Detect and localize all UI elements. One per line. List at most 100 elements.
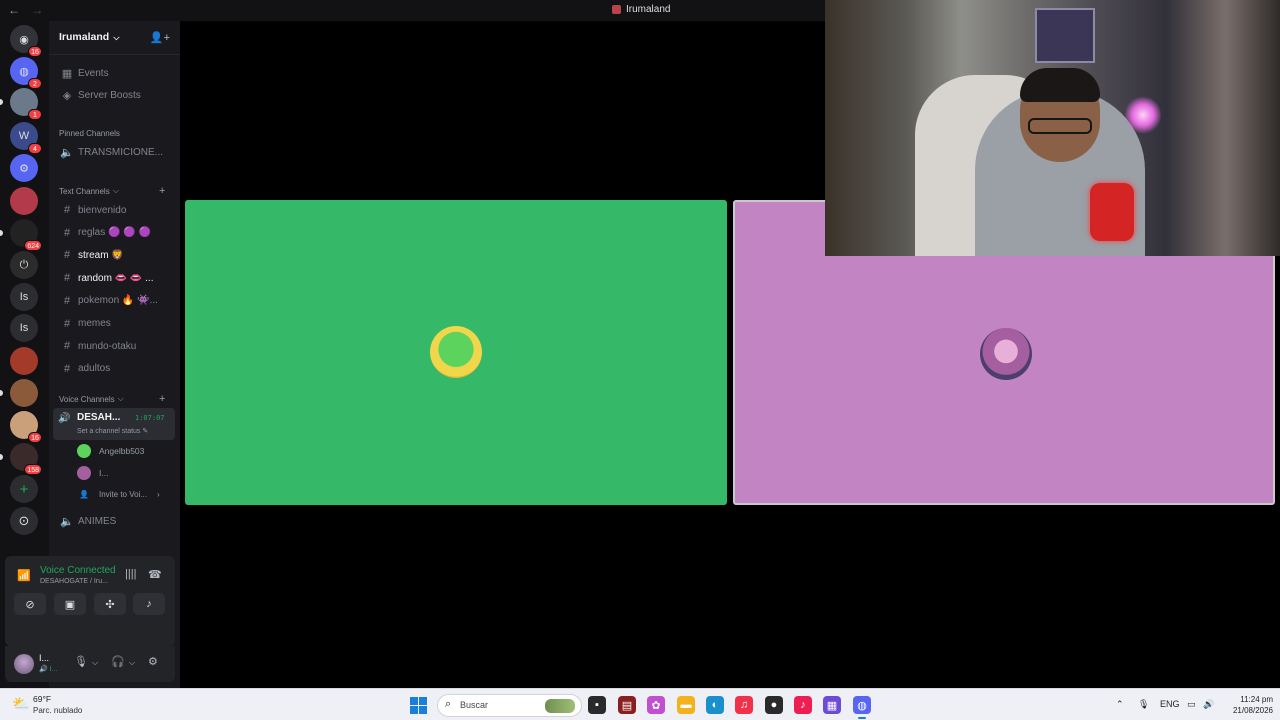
server-icon-10[interactable]: [10, 347, 38, 375]
server-icon-4[interactable]: ⚙: [10, 154, 38, 182]
soundboard-icon[interactable]: ♪: [133, 593, 165, 615]
invite-label: Invite to Voi...: [98, 489, 147, 499]
notification-badge: 624: [24, 240, 42, 251]
chevron-right-icon: ›: [157, 489, 160, 499]
server-icon-2[interactable]: 1: [10, 88, 42, 120]
server-icon-12[interactable]: 16: [10, 411, 42, 443]
set-channel-status[interactable]: Set a channel status ✎: [77, 427, 148, 435]
chevron-down-icon[interactable]: ⌵: [92, 658, 98, 668]
weather-temp[interactable]: 69°F: [33, 694, 51, 704]
noise-suppression-icon[interactable]: ||||: [125, 568, 136, 580]
gear-icon[interactable]: ⚙: [148, 655, 158, 668]
chevron-down-icon: ⌵: [112, 186, 119, 195]
disconnect-icon[interactable]: ☎: [148, 568, 162, 581]
discord-icon[interactable]: ◍: [853, 696, 871, 719]
app-icon[interactable]: ▤: [618, 696, 636, 714]
discover-icon[interactable]: ⊙: [10, 507, 38, 535]
obs-icon[interactable]: ●: [765, 696, 783, 714]
weather-condition[interactable]: Parc. nublado: [33, 706, 82, 715]
voice-user-2[interactable]: I...: [77, 465, 108, 481]
category-text-channels[interactable]: Text Channels ⌵ +: [59, 185, 165, 197]
hashtag-icon: #: [63, 362, 71, 375]
microphone-icon[interactable]: 🎙: [1138, 699, 1149, 710]
server-name[interactable]: Irumaland ⌵: [59, 31, 119, 43]
speaker-icon: 🔈: [60, 515, 74, 528]
apps-grid-icon[interactable]: ▦: [823, 696, 841, 714]
music-icon[interactable]: ♫: [735, 696, 753, 714]
sidebar-item-server-boosts[interactable]: ◈ Server Boosts: [55, 85, 175, 105]
server-icon-5[interactable]: [10, 187, 38, 215]
edge-icon[interactable]: ◐: [706, 696, 724, 714]
speaker-icon: 🔈: [60, 146, 74, 159]
forward-button[interactable]: →: [31, 3, 43, 17]
server-icon-1[interactable]: ◍ 2: [10, 57, 42, 89]
start-button[interactable]: [410, 697, 427, 714]
participant-tile[interactable]: [185, 200, 727, 505]
invite-to-voice[interactable]: 👤 Invite to Voi... ›: [79, 486, 160, 502]
notification-badge: 158: [24, 464, 42, 475]
text-channel-1[interactable]: # reglas 🟣 🟣 🟣: [55, 223, 175, 243]
channel-transmiciones[interactable]: 🔈 TRANSMICIONE...: [55, 142, 175, 162]
search-highlight-image: [545, 699, 575, 713]
back-button[interactable]: ←: [8, 3, 20, 17]
server-header[interactable]: Irumaland ⌵ 👤+: [49, 21, 180, 55]
text-channel-7[interactable]: # adultos: [55, 359, 175, 379]
hashtag-icon: #: [63, 204, 71, 216]
server-icon-13[interactable]: 158: [10, 443, 42, 475]
activities-icon[interactable]: ✣: [94, 593, 126, 615]
clock[interactable]: 11:24 pm 21/08/2026: [1225, 694, 1273, 716]
microphone-icon[interactable]: 🎙: [74, 655, 88, 668]
search-box[interactable]: ⌕ Buscar: [437, 694, 582, 717]
voice-location[interactable]: DESAHOGATE / Iru...: [40, 578, 108, 585]
weather-icon[interactable]: ⛅: [12, 695, 29, 712]
text-channel-5[interactable]: # memes: [55, 314, 175, 334]
chevron-up-icon[interactable]: ⌃: [1116, 699, 1124, 710]
category-voice-channels[interactable]: Voice Channels ⌵ +: [59, 393, 165, 405]
language-indicator[interactable]: ENG: [1160, 699, 1180, 709]
camera-off-icon[interactable]: ⊘: [14, 593, 46, 615]
text-channel-2[interactable]: # stream 🦁: [55, 245, 175, 265]
voice-connected-label[interactable]: Voice Connected: [40, 565, 118, 576]
signal-icon[interactable]: 📶: [17, 569, 31, 582]
task-view-icon[interactable]: ▪: [588, 696, 606, 714]
voice-channel-animes[interactable]: 🔈 ANIMES: [55, 511, 175, 531]
person-hair: [1020, 68, 1100, 102]
text-channel-0[interactable]: # bienvenido: [55, 200, 175, 220]
headphones-icon[interactable]: 🎧: [111, 655, 125, 668]
server-icon-11[interactable]: [10, 379, 38, 407]
text-channel-4[interactable]: # pokemon 🔥 👾...: [55, 291, 175, 311]
voice-channel-desahogate[interactable]: 🔊 DESAH... 1:07:07 Set a channel status …: [53, 408, 175, 440]
create-channel-icon[interactable]: +: [159, 185, 165, 197]
create-channel-icon[interactable]: +: [159, 393, 165, 405]
hashtag-icon: #: [63, 340, 71, 353]
tiktok-icon[interactable]: ♪: [794, 696, 812, 714]
user-name[interactable]: I...: [39, 653, 49, 663]
voice-user-angelbb503[interactable]: Angelbb503: [77, 443, 144, 459]
server-icon-9[interactable]: Is: [10, 314, 38, 342]
notification-badge: 4: [28, 143, 42, 154]
server-icon-6[interactable]: 624: [10, 219, 42, 251]
invite-people-icon[interactable]: 👤+: [150, 31, 170, 44]
text-channel-3[interactable]: # random 👄 👄 ...: [55, 268, 175, 288]
display-icon[interactable]: ▭: [1187, 699, 1196, 710]
server-icon-3[interactable]: W4: [10, 122, 42, 154]
chevron-down-icon: ⌵: [117, 394, 124, 403]
avatar: [980, 328, 1032, 380]
sidebar-item-events[interactable]: ▦ Events: [55, 63, 175, 83]
copilot-icon[interactable]: ✿: [647, 696, 665, 714]
screen-share-icon[interactable]: ▣: [54, 593, 86, 615]
server-icon-0[interactable]: ◉ 16: [10, 25, 42, 57]
chevron-down-icon[interactable]: ⌵: [129, 658, 135, 668]
category-pinned[interactable]: Pinned Channels: [59, 129, 120, 138]
avatar[interactable]: [14, 654, 34, 674]
volume-icon[interactable]: 🔊: [1203, 699, 1214, 710]
nav-buttons: ← →: [8, 3, 51, 17]
file-explorer-icon[interactable]: ▬: [677, 696, 695, 714]
webcam-overlay: [825, 0, 1280, 256]
server-icon-7[interactable]: ⏻: [10, 251, 38, 279]
text-channel-6[interactable]: # mundo-otaku: [55, 336, 175, 356]
clock-time: 11:24 pm: [1240, 695, 1273, 704]
category-label: Voice Channels: [59, 394, 115, 404]
add-server-icon[interactable]: +: [10, 475, 38, 503]
server-icon-8[interactable]: Is: [10, 283, 38, 311]
